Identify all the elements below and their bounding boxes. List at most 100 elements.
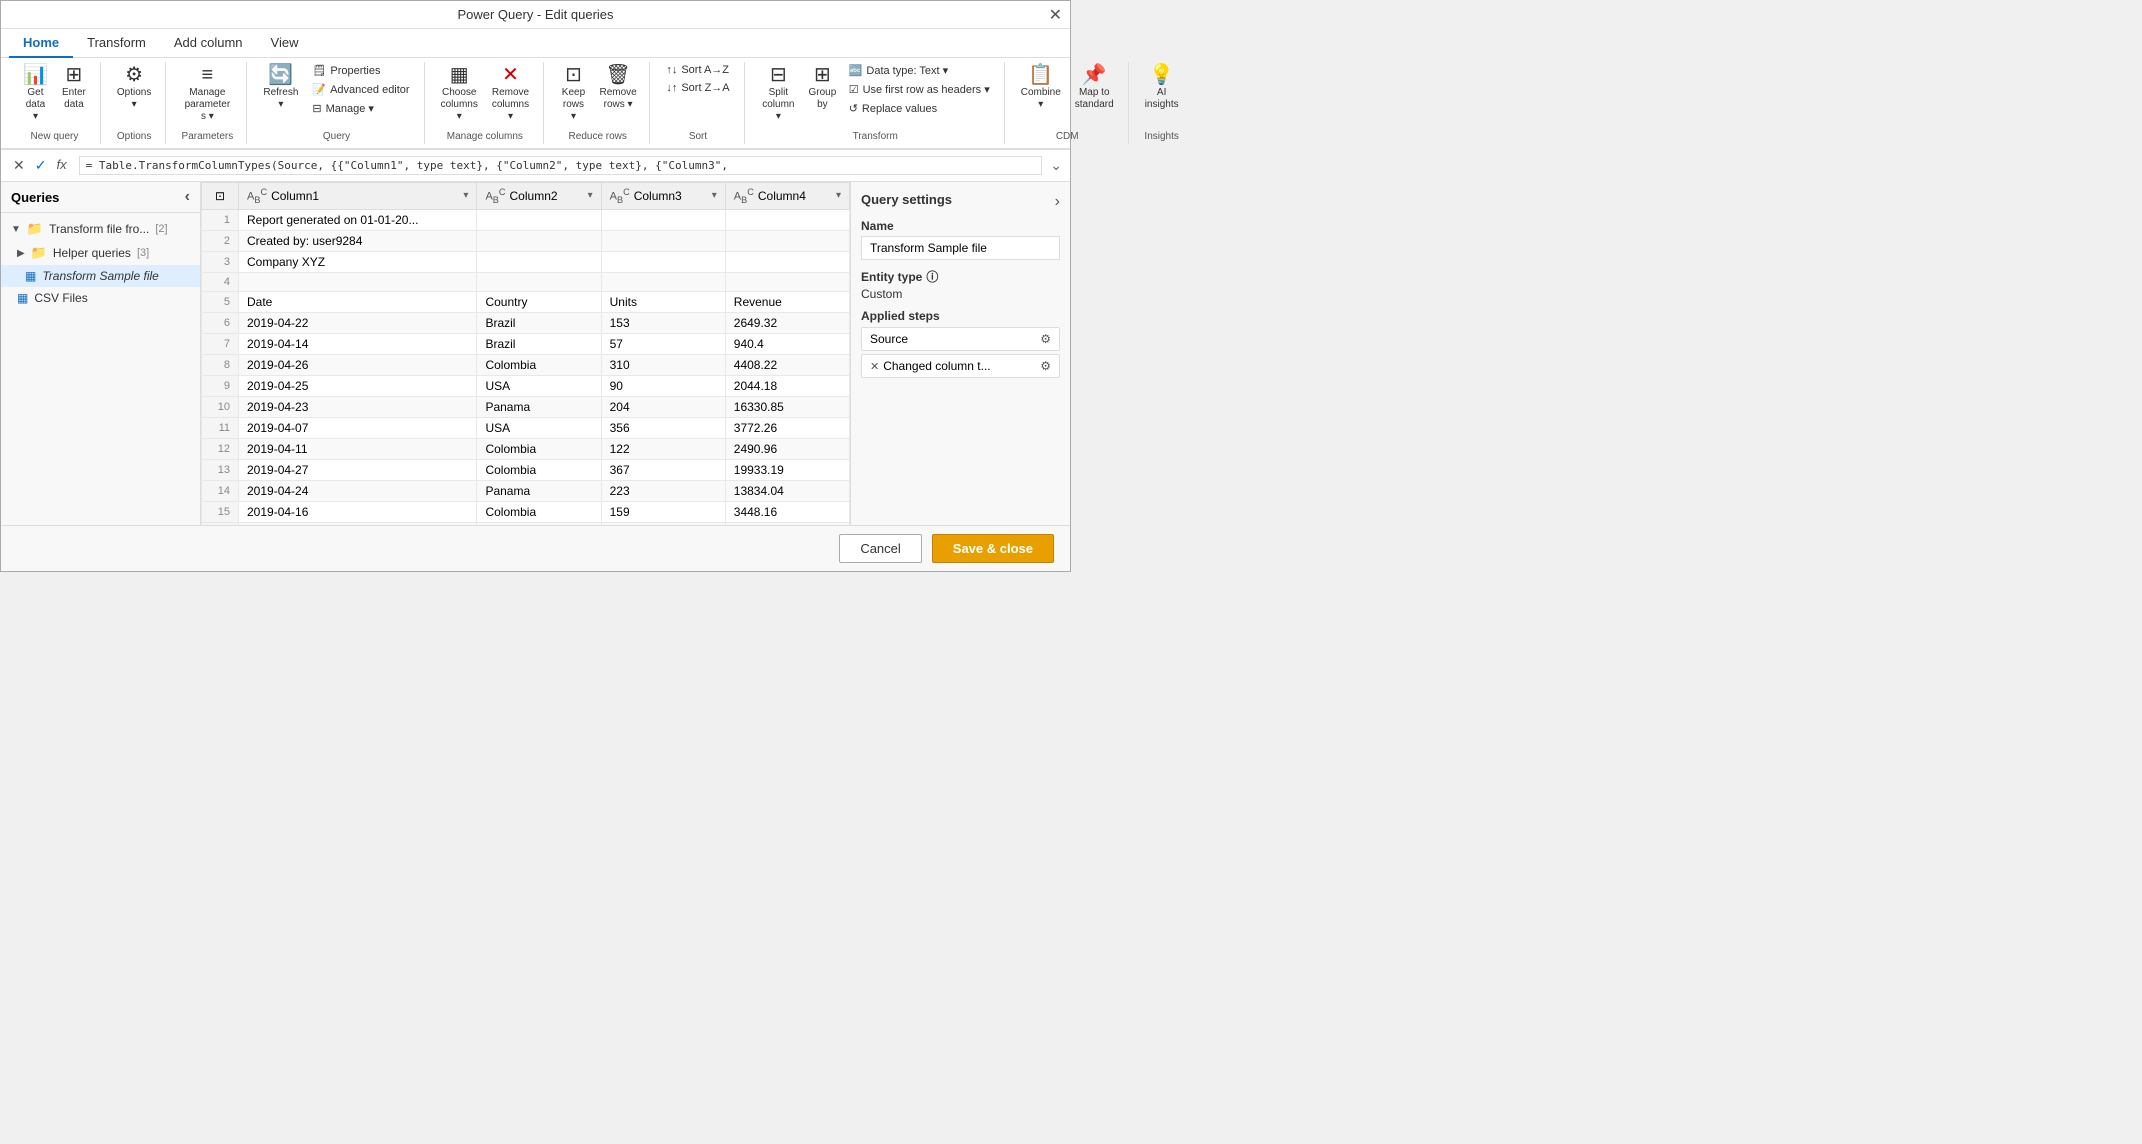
table-cell[interactable]: 2019-04-07 [239, 417, 477, 438]
enter-data-button[interactable]: ⊞ Enterdata [56, 62, 92, 114]
table-cell[interactable]: Report generated on 01-01-20... [239, 209, 477, 230]
table-cell[interactable]: Colombia [477, 354, 601, 375]
properties-button[interactable]: 🗒 Properties [306, 62, 415, 79]
table-cell[interactable] [477, 209, 601, 230]
col4-filter-icon[interactable]: ▾ [836, 190, 841, 201]
table-cell[interactable]: 2019-04-27 [239, 459, 477, 480]
table-cell[interactable]: Country [477, 291, 601, 312]
table-cell[interactable]: 2019-04-25 [239, 375, 477, 396]
table-cell[interactable]: Colombia [477, 438, 601, 459]
table-cell[interactable] [477, 272, 601, 291]
table-cell[interactable]: 14601.34 [725, 522, 849, 525]
query-group-helper[interactable]: ▶ 📁 Helper queries [3] [1, 241, 200, 265]
table-cell[interactable]: 940.4 [725, 333, 849, 354]
group-by-button[interactable]: ⊞ Groupby [804, 62, 841, 114]
settings-expand-icon[interactable]: › [1055, 193, 1060, 211]
choose-columns-button[interactable]: ▦ Choosecolumns ▾ [435, 62, 484, 126]
column-selector-header[interactable]: ⊡ [202, 183, 239, 210]
table-cell[interactable]: 90 [601, 375, 725, 396]
table-cell[interactable]: Company XYZ [239, 251, 477, 272]
table-cell[interactable]: USA [477, 375, 601, 396]
table-cell[interactable]: 2019-04-26 [239, 354, 477, 375]
table-cell[interactable]: 2019-04-16 [239, 501, 477, 522]
combine-button[interactable]: 📋 Combine▾ [1015, 62, 1067, 114]
table-cell[interactable]: 2019-04-08 [239, 522, 477, 525]
table-cell[interactable]: 2019-04-14 [239, 333, 477, 354]
table-cell[interactable] [601, 230, 725, 251]
manage-parameters-button[interactable]: ≡ Manageparameters ▾ [176, 62, 238, 126]
formula-expand-button[interactable]: ⌄ [1050, 157, 1062, 174]
table-cell[interactable]: Panama [477, 396, 601, 417]
table-cell[interactable]: Revenue [725, 291, 849, 312]
tab-transform[interactable]: Transform [73, 29, 160, 58]
table-cell[interactable]: 2649.32 [725, 312, 849, 333]
sort-desc-button[interactable]: ↓↑ Sort Z→A [660, 80, 735, 96]
remove-rows-button[interactable]: 🗑 Removerows ▾ [595, 62, 641, 114]
cancel-button[interactable]: Cancel [839, 534, 921, 563]
query-csv-files[interactable]: ▦ CSV Files [1, 287, 200, 309]
table-cell[interactable]: 3772.26 [725, 417, 849, 438]
table-cell[interactable]: 2490.96 [725, 438, 849, 459]
query-transform-sample[interactable]: ▦ Transform Sample file [1, 265, 200, 287]
table-cell[interactable]: 2044.18 [725, 375, 849, 396]
col1-filter-icon[interactable]: ▾ [463, 190, 468, 201]
tab-home[interactable]: Home [9, 29, 73, 58]
table-cell[interactable] [601, 251, 725, 272]
use-first-row-button[interactable]: ☑ Use first row as headers ▾ [843, 81, 996, 98]
table-cell[interactable]: Panama [477, 480, 601, 501]
table-cell[interactable]: 367 [601, 459, 725, 480]
advanced-editor-button[interactable]: 📝 Advanced editor [306, 81, 415, 98]
tab-add-column[interactable]: Add column [160, 29, 257, 58]
table-cell[interactable]: 3448.16 [725, 501, 849, 522]
table-cell[interactable]: 122 [601, 438, 725, 459]
table-cell[interactable]: 310 [601, 354, 725, 375]
table-cell[interactable]: Brazil [477, 312, 601, 333]
col2-filter-icon[interactable]: ▾ [588, 190, 593, 201]
step-changed-column[interactable]: ✕ Changed column t... ⚙ [861, 354, 1060, 378]
remove-columns-button[interactable]: ✕ Removecolumns ▾ [486, 62, 535, 126]
table-cell[interactable]: 356 [601, 417, 725, 438]
column-header-4[interactable]: ABC Column4 ▾ [725, 183, 849, 210]
sort-asc-button[interactable]: ↑↓ Sort A→Z [660, 62, 735, 78]
table-cell[interactable]: Created by: user9284 [239, 230, 477, 251]
data-table-container[interactable]: ⊡ ABC Column1 ▾ ABC [201, 182, 850, 525]
split-column-button[interactable]: ⊟ Splitcolumn ▾ [755, 62, 802, 126]
table-cell[interactable]: USA [477, 417, 601, 438]
table-cell[interactable]: 2019-04-22 [239, 312, 477, 333]
manage-button[interactable]: ⊟ Manage ▾ [306, 100, 415, 117]
map-to-standard-button[interactable]: 📌 Map tostandard [1069, 62, 1120, 114]
column-header-3[interactable]: ABC Column3 ▾ [601, 183, 725, 210]
column-header-2[interactable]: ABC Column2 ▾ [477, 183, 601, 210]
replace-values-button[interactable]: ↺ Replace values [843, 100, 996, 117]
table-cell[interactable]: 159 [601, 501, 725, 522]
get-data-button[interactable]: 📊 Getdata ▾ [17, 62, 54, 126]
refresh-button[interactable]: 🔄 Refresh▾ [257, 62, 304, 114]
data-type-button[interactable]: 🔤 Data type: Text ▾ [843, 62, 996, 79]
table-cell[interactable] [725, 209, 849, 230]
table-cell[interactable]: Date [239, 291, 477, 312]
col3-filter-icon[interactable]: ▾ [712, 190, 717, 201]
table-cell[interactable]: 223 [601, 480, 725, 501]
tab-view[interactable]: View [257, 29, 313, 58]
options-button[interactable]: ⚙ Options▾ [111, 62, 157, 114]
step-changed-column-gear-icon[interactable]: ⚙ [1040, 359, 1051, 373]
table-cell[interactable]: Canada [477, 522, 601, 525]
table-cell[interactable]: 13834.04 [725, 480, 849, 501]
table-cell[interactable] [239, 272, 477, 291]
table-cell[interactable]: Colombia [477, 501, 601, 522]
ai-insights-button[interactable]: 💡 AIinsights [1139, 62, 1185, 114]
formula-confirm-button[interactable]: ✓ [31, 157, 51, 174]
formula-input[interactable] [79, 156, 1043, 175]
column-header-1[interactable]: ABC Column1 ▾ [239, 183, 477, 210]
table-cell[interactable]: 2019-04-11 [239, 438, 477, 459]
save-close-button[interactable]: Save & close [932, 534, 1054, 563]
table-cell[interactable] [601, 209, 725, 230]
table-cell[interactable] [725, 272, 849, 291]
keep-rows-button[interactable]: ⊡ Keeprows ▾ [554, 62, 593, 126]
table-cell[interactable]: Brazil [477, 333, 601, 354]
step-close-icon[interactable]: ✕ [870, 360, 879, 373]
table-cell[interactable] [477, 251, 601, 272]
queries-collapse-button[interactable]: ‹ [185, 188, 190, 206]
entity-type-info-icon[interactable]: ⓘ [926, 268, 938, 285]
table-cell[interactable] [601, 272, 725, 291]
